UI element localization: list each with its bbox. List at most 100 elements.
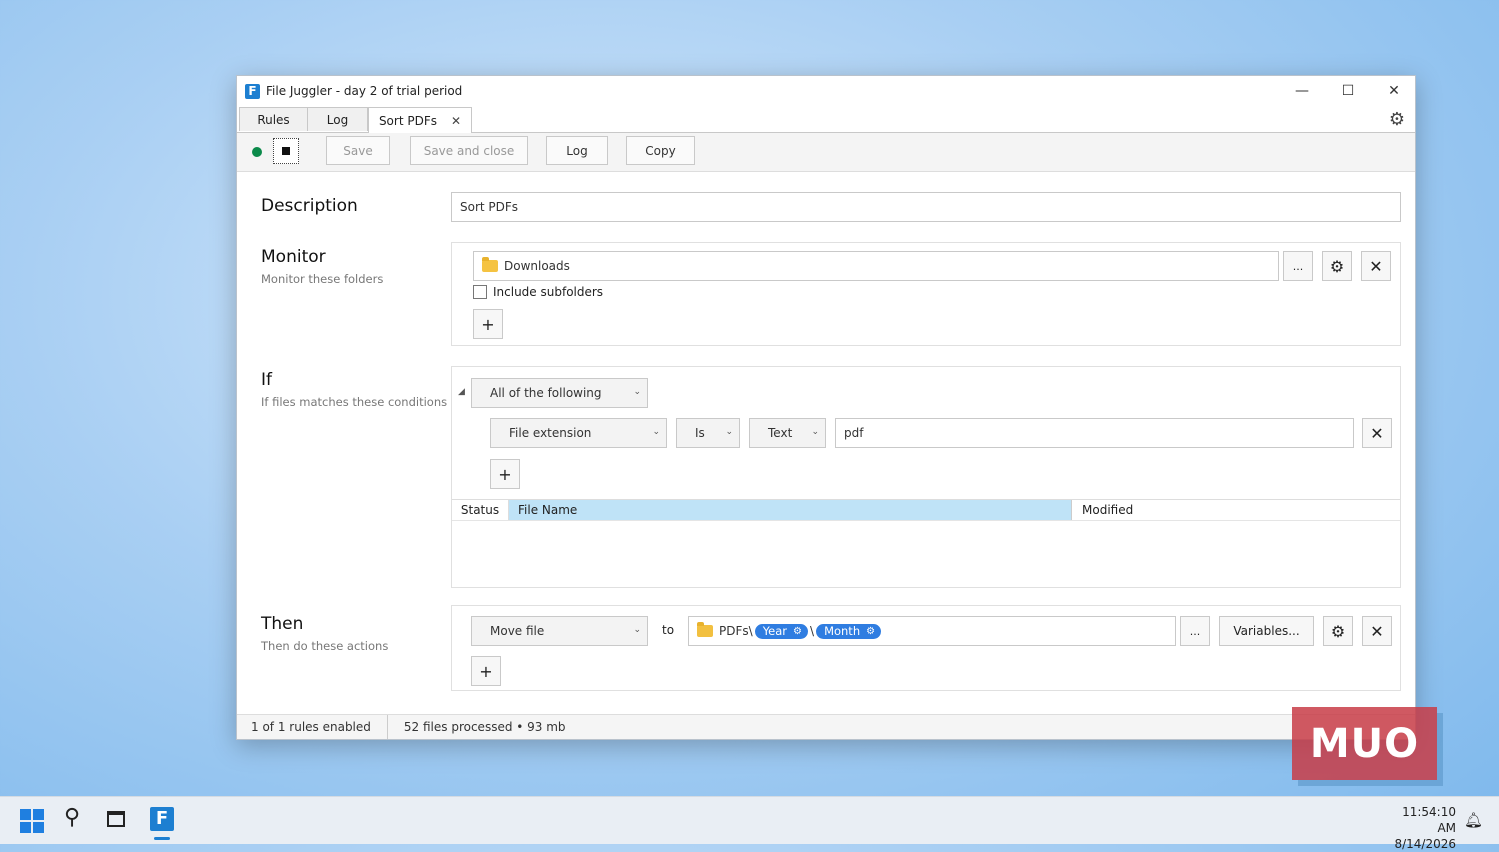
condition-group-value: All of the following bbox=[490, 386, 602, 400]
folder-open-icon bbox=[697, 622, 713, 637]
year-variable-chip[interactable]: Year ⚙ bbox=[754, 623, 809, 639]
destination-path-field[interactable]: PDFs\ Year ⚙ \ Month ⚙ bbox=[688, 616, 1176, 646]
window-title: File Juggler - day 2 of trial period bbox=[266, 84, 463, 98]
monitor-panel: Downloads ... ⚙ ✕ Include subfolders + bbox=[451, 242, 1401, 346]
save-and-close-button[interactable]: Save and close bbox=[410, 136, 528, 165]
chevron-down-icon: ⌄ bbox=[633, 625, 641, 635]
month-variable-chip[interactable]: Month ⚙ bbox=[816, 623, 882, 639]
notification-bell-icon[interactable]: 🔔︎ bbox=[1464, 811, 1483, 829]
then-subtitle: Then do these actions bbox=[261, 639, 389, 653]
action-type-dropdown[interactable]: Move file ⌄ bbox=[471, 616, 648, 646]
file-juggler-taskbar-icon[interactable]: F bbox=[150, 807, 174, 831]
save-button[interactable]: Save bbox=[326, 136, 390, 165]
remove-action-close-icon[interactable]: ✕ bbox=[1362, 616, 1392, 646]
maximize-button[interactable]: ☐ bbox=[1325, 76, 1371, 106]
chevron-down-icon: ⌄ bbox=[725, 427, 733, 437]
add-action-plus-icon[interactable]: + bbox=[471, 656, 501, 686]
tab-rules-label: Rules bbox=[257, 112, 290, 127]
active-app-indicator bbox=[154, 837, 170, 840]
clock-time: 11:54:10 AM bbox=[1402, 805, 1456, 835]
copy-button[interactable]: Copy bbox=[626, 136, 695, 165]
chevron-down-icon: ⌄ bbox=[811, 427, 819, 437]
tab-sort-pdfs[interactable]: Sort PDFs ✕ bbox=[368, 107, 472, 133]
minimize-button[interactable]: — bbox=[1279, 76, 1325, 106]
monitor-subtitle: Monitor these folders bbox=[261, 272, 384, 286]
condition-operator-dropdown[interactable]: Is ⌄ bbox=[676, 418, 740, 448]
action-type-value: Move file bbox=[490, 624, 545, 638]
monitor-heading: Monitor bbox=[261, 247, 326, 267]
toolbar: Save Save and close Log Copy bbox=[237, 133, 1415, 172]
search-icon[interactable]: ⚲ bbox=[64, 805, 80, 830]
column-header-status[interactable]: Status bbox=[452, 500, 509, 520]
description-heading: Description bbox=[261, 196, 358, 216]
chip-gear-icon: ⚙ bbox=[793, 625, 803, 637]
condition-value-input[interactable]: pdf bbox=[835, 418, 1354, 448]
stop-icon bbox=[282, 147, 290, 155]
actions-panel: Move file ⌄ to PDFs\ Year ⚙ \ Month ⚙ ... … bbox=[451, 605, 1401, 691]
then-heading: Then bbox=[261, 614, 304, 634]
year-chip-label: Year bbox=[762, 624, 788, 638]
title-bar: F File Juggler - day 2 of trial period —… bbox=[237, 76, 1415, 106]
clock-date: 8/14/2026 bbox=[1394, 837, 1456, 851]
condition-value-text: pdf bbox=[844, 426, 864, 440]
remove-folder-close-icon[interactable]: ✕ bbox=[1361, 251, 1391, 281]
column-header-modified[interactable]: Modified bbox=[1072, 500, 1372, 520]
condition-group-dropdown[interactable]: All of the following ⌄ bbox=[471, 378, 648, 408]
if-subtitle: If files matches these conditions bbox=[261, 395, 448, 409]
include-subfolders-row: Include subfolders bbox=[473, 285, 603, 299]
column-header-file-name[interactable]: File Name bbox=[509, 500, 1072, 520]
condition-field-dropdown[interactable]: File extension ⌄ bbox=[490, 418, 667, 448]
app-window: F File Juggler - day 2 of trial period —… bbox=[236, 75, 1416, 740]
file-explorer-icon[interactable] bbox=[107, 811, 125, 827]
tab-log[interactable]: Log bbox=[307, 107, 368, 131]
variables-button[interactable]: Variables... bbox=[1219, 616, 1314, 646]
monitor-folder-field[interactable]: Downloads bbox=[473, 251, 1279, 281]
windows-start-icon[interactable] bbox=[20, 809, 44, 833]
tab-log-label: Log bbox=[326, 112, 349, 127]
to-label: to bbox=[662, 623, 675, 637]
include-subfolders-label: Include subfolders bbox=[493, 285, 604, 299]
chevron-down-icon: ⌄ bbox=[633, 387, 641, 397]
stop-button[interactable] bbox=[273, 138, 299, 164]
tab-sort-pdfs-label: Sort PDFs bbox=[378, 113, 437, 128]
description-input[interactable]: Sort PDFs bbox=[451, 192, 1401, 222]
close-tab-icon[interactable]: ✕ bbox=[451, 114, 461, 128]
browse-destination-button[interactable]: ... bbox=[1180, 616, 1210, 646]
remove-condition-close-icon[interactable]: ✕ bbox=[1362, 418, 1392, 448]
muo-watermark-logo: MUO bbox=[1292, 707, 1437, 780]
file-table-header: Status File Name Modified bbox=[452, 499, 1400, 521]
if-heading: If bbox=[261, 370, 272, 390]
chip-gear-icon: ⚙ bbox=[866, 625, 876, 637]
settings-gear-icon[interactable]: ⚙ bbox=[1389, 109, 1405, 130]
files-processed-status: 52 files processed • 93 mb bbox=[403, 720, 566, 734]
log-button[interactable]: Log bbox=[546, 136, 608, 165]
collapse-triangle-icon[interactable]: ◢ bbox=[458, 387, 465, 397]
taskbar: ⚲ F 11:54:10 AM 8/14/2026 🔔︎ bbox=[0, 796, 1499, 851]
path-prefix: PDFs\ bbox=[719, 624, 753, 638]
condition-type-dropdown[interactable]: Text ⌄ bbox=[749, 418, 826, 448]
monitor-settings-gear-icon[interactable]: ⚙ bbox=[1322, 251, 1352, 281]
rules-enabled-status: 1 of 1 rules enabled bbox=[237, 715, 388, 739]
browse-folder-button[interactable]: ... bbox=[1283, 251, 1313, 281]
condition-field-value: File extension bbox=[509, 426, 592, 440]
monitor-folder-name: Downloads bbox=[504, 259, 570, 273]
include-subfolders-checkbox[interactable] bbox=[473, 285, 487, 299]
condition-type-value: Text bbox=[768, 426, 793, 440]
system-clock[interactable]: 11:54:10 AM 8/14/2026 bbox=[1380, 804, 1456, 852]
add-condition-plus-icon[interactable]: + bbox=[490, 459, 520, 489]
add-folder-plus-icon[interactable]: + bbox=[473, 309, 503, 339]
chevron-down-icon: ⌄ bbox=[652, 427, 660, 437]
rule-status-indicator bbox=[252, 147, 262, 157]
month-chip-label: Month bbox=[824, 624, 861, 638]
close-window-button[interactable]: ✕ bbox=[1371, 76, 1417, 106]
conditions-panel: ◢ All of the following ⌄ File extension … bbox=[451, 366, 1401, 588]
tab-rules[interactable]: Rules bbox=[239, 107, 308, 131]
condition-operator-value: Is bbox=[695, 426, 705, 440]
app-logo-icon: F bbox=[245, 83, 260, 99]
folder-icon bbox=[482, 257, 498, 272]
description-value: Sort PDFs bbox=[460, 200, 519, 214]
action-settings-gear-icon[interactable]: ⚙ bbox=[1323, 616, 1353, 646]
tab-bar: Rules Log Sort PDFs ✕ ⚙ bbox=[237, 106, 1415, 133]
status-bar: 1 of 1 rules enabled 52 files processed … bbox=[237, 714, 1415, 739]
path-separator: \ bbox=[810, 624, 815, 638]
